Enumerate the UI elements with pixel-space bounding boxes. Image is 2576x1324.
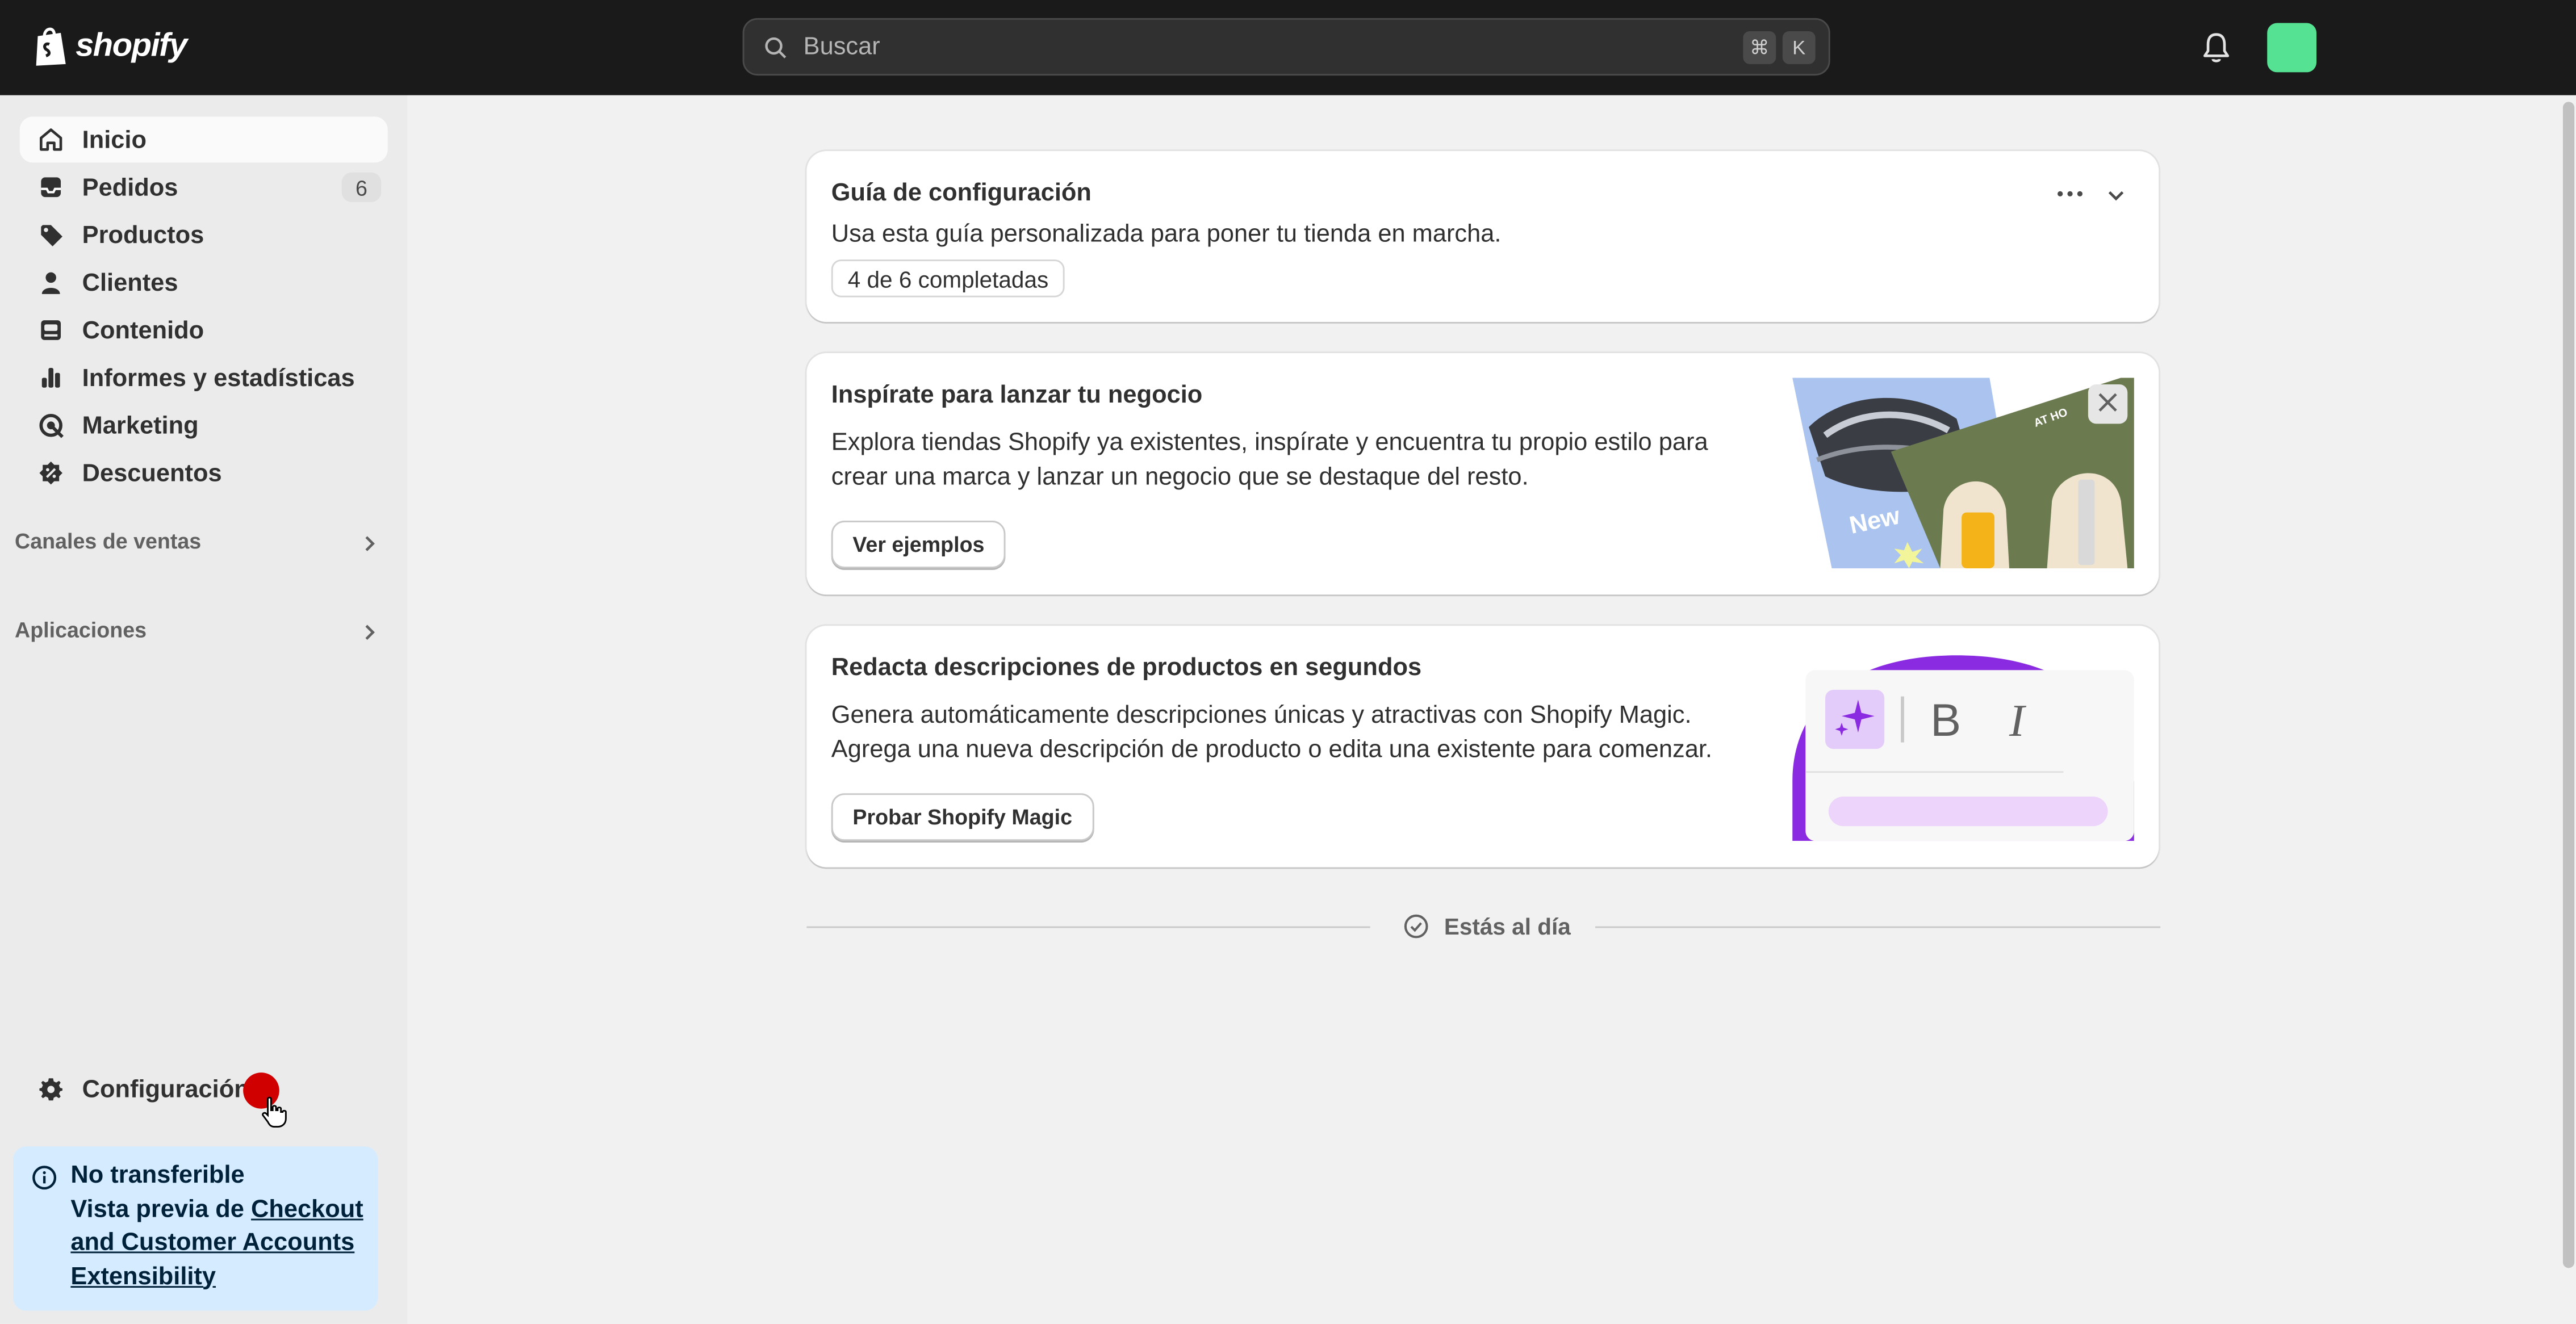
search-bar[interactable]: ⌘ K xyxy=(742,18,1830,76)
apps-section[interactable]: Aplicaciones xyxy=(15,618,147,642)
sidebar-item-configuracion[interactable]: Configuración xyxy=(20,1066,388,1112)
sidebar-item-label: Marketing xyxy=(82,411,199,439)
person-icon xyxy=(38,269,64,295)
chevron-down-icon[interactable] xyxy=(2105,184,2128,207)
content-icon xyxy=(38,317,64,343)
sidebar-item-informes[interactable]: Informes y estadísticas xyxy=(20,355,388,401)
sidebar-item-label: Contenido xyxy=(82,316,204,345)
store-avatar[interactable] xyxy=(2267,23,2316,73)
shortcut-cmd-key: ⌘ xyxy=(1743,30,1776,64)
setup-guide-title: Guía de configuración xyxy=(831,179,1092,207)
notice-prefix: Vista previa de xyxy=(70,1195,252,1223)
store-examples-illustration: New AT HO xyxy=(1792,378,2134,568)
inspire-card: Inspírate para lanzar tu negocio Explora… xyxy=(806,353,2159,595)
sidebar-item-label: Configuración xyxy=(82,1075,249,1103)
inbox-icon xyxy=(38,174,64,200)
search-icon xyxy=(765,36,787,58)
setup-progress-badge: 4 de 6 completadas xyxy=(831,259,1065,298)
sidebar-item-label: Descuentos xyxy=(82,459,222,487)
more-horizontal-icon[interactable] xyxy=(2055,184,2085,204)
sales-channels-section[interactable]: Canales de ventas xyxy=(15,529,201,554)
bell-icon[interactable] xyxy=(2201,31,2231,64)
bar-chart-icon xyxy=(38,364,64,391)
non-transferable-notice: No transferible Vista previa de Checkout… xyxy=(13,1146,378,1311)
sidebar-item-clientes[interactable]: Clientes xyxy=(20,259,388,305)
sidebar-item-descuentos[interactable]: Descuentos xyxy=(20,450,388,496)
sidebar-item-pedidos[interactable]: Pedidos 6 xyxy=(20,164,388,210)
divider-right xyxy=(1595,926,2161,928)
search-input[interactable] xyxy=(800,31,1737,62)
sidebar-item-productos[interactable]: Productos xyxy=(20,212,388,258)
shopify-magic-illustration: B I xyxy=(1792,655,2134,841)
sidebar-item-label: Pedidos xyxy=(82,173,178,202)
up-to-date-text: Estás al día xyxy=(1444,913,1571,940)
divider-left xyxy=(806,926,1370,928)
inspire-title: Inspírate para lanzar tu negocio xyxy=(831,381,1203,409)
view-examples-button[interactable]: Ver ejemplos xyxy=(831,521,1006,568)
top-bar: shopify ⌘ K xyxy=(0,0,2576,95)
chevron-right-icon[interactable] xyxy=(361,622,378,642)
brand-name: shopify xyxy=(76,27,187,64)
shopify-logo[interactable]: shopify xyxy=(33,24,187,67)
notice-title: No transferible xyxy=(70,1161,245,1189)
info-icon xyxy=(32,1166,57,1190)
sidebar-item-label: Productos xyxy=(82,221,204,249)
check-circle-icon xyxy=(1404,914,1428,938)
close-icon[interactable] xyxy=(2098,392,2118,412)
up-to-date-status: Estás al día xyxy=(1403,913,1571,940)
sidebar-item-contenido[interactable]: Contenido xyxy=(20,307,388,353)
notice-text: No transferible Vista previa de Checkout… xyxy=(70,1159,370,1294)
shortcut-k-key: K xyxy=(1782,30,1816,64)
setup-guide-description: Usa esta guía personalizada para poner t… xyxy=(831,220,1502,248)
gear-icon xyxy=(38,1076,64,1102)
try-shopify-magic-button[interactable]: Probar Shopify Magic xyxy=(831,793,1094,841)
sidebar-item-label: Informes y estadísticas xyxy=(82,363,355,392)
target-icon xyxy=(38,412,64,438)
sidebar-item-marketing[interactable]: Marketing xyxy=(20,403,388,449)
magic-title: Redacta descripciones de productos en se… xyxy=(831,653,1422,682)
inspire-description: Explora tiendas Shopify ya existentes, i… xyxy=(831,429,1708,491)
scrollbar-thumb[interactable] xyxy=(2562,102,2575,1268)
sidebar-item-inicio[interactable]: Inicio xyxy=(19,116,388,163)
bold-glyph: B xyxy=(1930,695,1961,746)
setup-guide-card: Guía de configuración Usa esta guía pers… xyxy=(806,151,2159,322)
orders-count-badge: 6 xyxy=(341,172,382,202)
tag-icon xyxy=(38,222,64,248)
shopify-bag-icon xyxy=(36,27,66,66)
shopify-magic-card: Redacta descripciones de productos en se… xyxy=(806,626,2159,868)
home-icon xyxy=(38,127,64,153)
italic-glyph: I xyxy=(2009,695,2027,746)
magic-description: Genera automáticamente descripciones úni… xyxy=(831,701,1712,764)
sidebar-item-label: Inicio xyxy=(82,125,147,154)
sidebar-item-label: Clientes xyxy=(82,268,178,297)
chevron-right-icon[interactable] xyxy=(361,534,378,554)
discount-icon xyxy=(38,460,64,486)
pointer-cursor-icon xyxy=(262,1096,287,1128)
